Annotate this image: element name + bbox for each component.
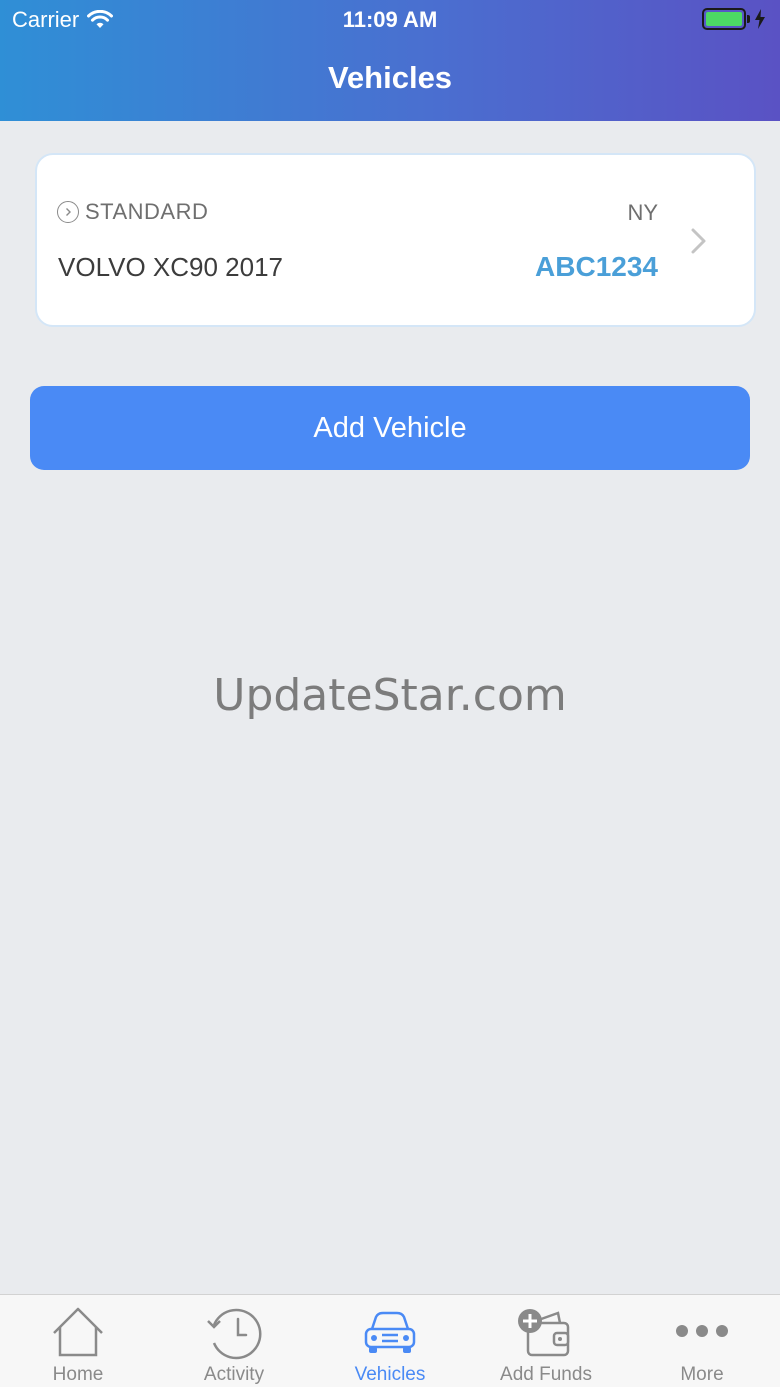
license-plate: ABC1234 xyxy=(535,251,658,282)
battery-icon xyxy=(702,8,766,30)
tab-add-funds[interactable]: Add Funds xyxy=(468,1295,624,1387)
tab-vehicles[interactable]: Vehicles xyxy=(312,1295,468,1387)
plan-row: STANDARD xyxy=(57,199,208,225)
tab-activity[interactable]: Activity xyxy=(156,1295,312,1387)
more-dots-icon xyxy=(676,1325,728,1337)
charging-bolt-icon xyxy=(755,9,765,29)
tab-home[interactable]: Home xyxy=(0,1295,156,1387)
add-vehicle-button[interactable]: Add Vehicle xyxy=(30,386,750,470)
home-icon xyxy=(53,1307,103,1357)
status-time: 11:09 AM xyxy=(342,7,438,32)
vehicle-card[interactable]: STANDARD NY VOLVO XC90 2017 ABC1234 xyxy=(35,153,756,327)
wallet-add-icon xyxy=(518,1309,570,1357)
tab-bar: Home Activity Vehicles Add Funds More xyxy=(0,1294,780,1387)
chevron-right-icon xyxy=(691,228,706,254)
page-title: Vehicles xyxy=(327,60,453,95)
watermark: UpdateStar.com xyxy=(213,670,567,721)
state-label: NY xyxy=(627,200,658,225)
header: Carrier 11:09 AM Vehicles xyxy=(0,0,780,121)
tab-label-more: More xyxy=(680,1364,724,1385)
clock-history-icon xyxy=(207,1308,262,1360)
tab-label-home: Home xyxy=(52,1364,104,1385)
plan-label: STANDARD xyxy=(85,199,209,224)
tab-more[interactable]: More xyxy=(624,1295,780,1387)
vehicle-name: VOLVO XC90 2017 xyxy=(58,252,283,282)
tab-label-vehicles: Vehicles xyxy=(354,1364,426,1385)
car-icon xyxy=(364,1311,416,1353)
status-bar: Carrier 11:09 AM xyxy=(0,0,780,40)
tab-label-add-funds: Add Funds xyxy=(500,1364,592,1385)
chevron-circle-icon xyxy=(57,201,79,223)
tab-label-activity: Activity xyxy=(203,1364,265,1385)
